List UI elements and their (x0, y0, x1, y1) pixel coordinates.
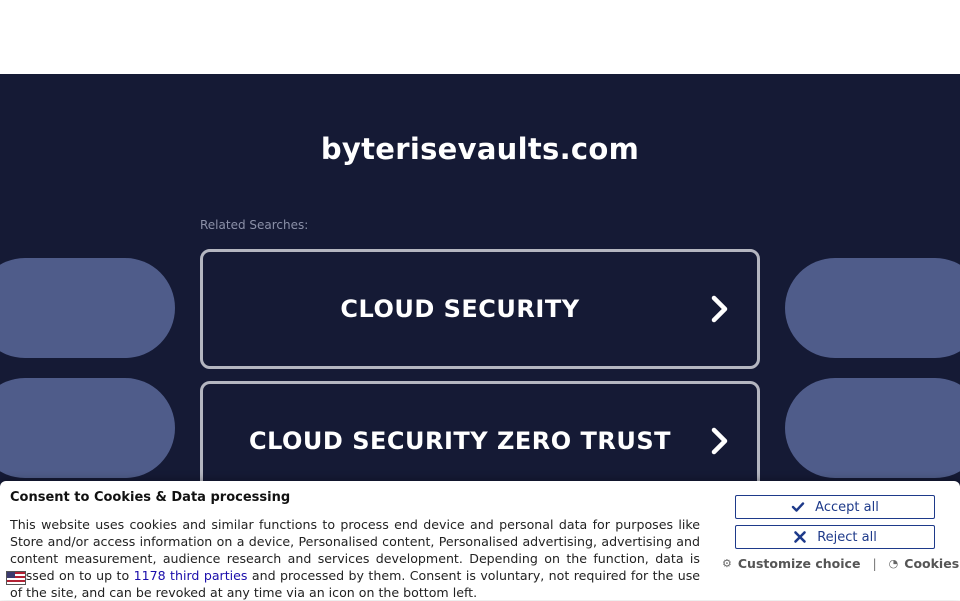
customize-choice-link[interactable]: Customize choice (738, 556, 861, 571)
checkmark-icon (791, 502, 805, 512)
consent-description: This website uses cookies and similar fu… (10, 516, 700, 601)
close-icon (794, 531, 806, 543)
chevron-right-icon (711, 427, 728, 455)
accept-all-button[interactable]: Accept all (735, 495, 935, 519)
reject-all-label: Reject all (817, 529, 877, 545)
top-blank-bar (0, 0, 960, 74)
consent-title: Consent to Cookies & Data processing (10, 490, 291, 505)
gear-icon: ⚙ (722, 557, 732, 570)
consent-secondary-links: ⚙ Customize choice | ◔ Cookies (722, 556, 959, 571)
domain-title: byterisevaults.com (320, 132, 640, 166)
cookie-icon: ◔ (888, 557, 899, 570)
search-link-cloud-security[interactable]: CLOUD SECURITY (200, 249, 760, 369)
reject-all-button[interactable]: Reject all (735, 525, 935, 549)
decorative-pill (0, 258, 175, 358)
cookies-link[interactable]: Cookies (904, 556, 959, 571)
cookie-consent-banner: Consent to Cookies & Data processing Thi… (0, 481, 960, 600)
chevron-right-icon (711, 295, 728, 323)
language-flag-icon[interactable] (6, 571, 26, 585)
related-searches-label: Related Searches: (200, 218, 309, 232)
decorative-pill (785, 258, 960, 358)
decorative-pill (785, 378, 960, 478)
accept-all-label: Accept all (815, 499, 879, 515)
third-parties-link[interactable]: 1178 third parties (134, 568, 248, 583)
link-separator: | (872, 556, 877, 571)
search-link-label: CLOUD SECURITY (340, 295, 580, 323)
decorative-pill (0, 378, 175, 478)
